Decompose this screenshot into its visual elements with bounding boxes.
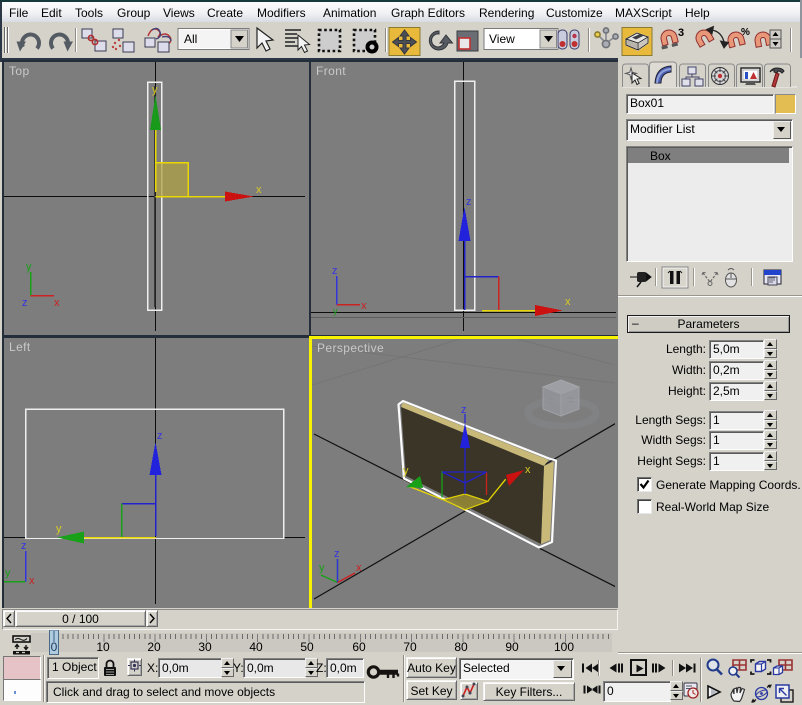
svg-text:100: 100 [554, 640, 574, 654]
svg-text:x: x [29, 575, 35, 587]
svg-text:z: z [332, 265, 338, 277]
svg-text:y: y [56, 523, 62, 535]
svg-text:y: y [5, 567, 11, 579]
svg-text:x: x [356, 562, 362, 574]
svg-text:y: y [333, 306, 338, 316]
svg-text:z: z [466, 196, 472, 208]
svg-text:20: 20 [147, 640, 161, 654]
svg-text:10: 10 [96, 640, 110, 654]
svg-text:70: 70 [403, 640, 417, 654]
svg-text:z: z [461, 404, 467, 416]
svg-text:y: y [152, 84, 158, 96]
svg-text:3: 3 [678, 27, 684, 39]
svg-text:View: View [489, 32, 515, 46]
svg-text:y: y [26, 261, 32, 273]
svg-text:y: y [403, 465, 409, 477]
svg-text:x: x [54, 297, 60, 309]
svg-text:80: 80 [454, 640, 468, 654]
svg-text:40: 40 [249, 640, 263, 654]
svg-text:z: z [22, 297, 28, 309]
svg-text:x: x [525, 464, 531, 476]
svg-text:z: z [157, 430, 163, 442]
svg-text:y: y [319, 562, 325, 574]
svg-text:30: 30 [198, 640, 212, 654]
svg-text:0: 0 [51, 640, 58, 654]
svg-text:x: x [361, 300, 367, 312]
svg-text:50: 50 [300, 640, 314, 654]
svg-text:All: All [184, 32, 197, 46]
svg-text:60: 60 [352, 640, 366, 654]
svg-text:%: % [741, 27, 750, 38]
svg-text:x: x [256, 184, 262, 196]
svg-text:z: z [334, 548, 340, 560]
svg-text:z: z [21, 540, 27, 552]
svg-text:90: 90 [505, 640, 519, 654]
svg-text:x: x [565, 296, 571, 308]
